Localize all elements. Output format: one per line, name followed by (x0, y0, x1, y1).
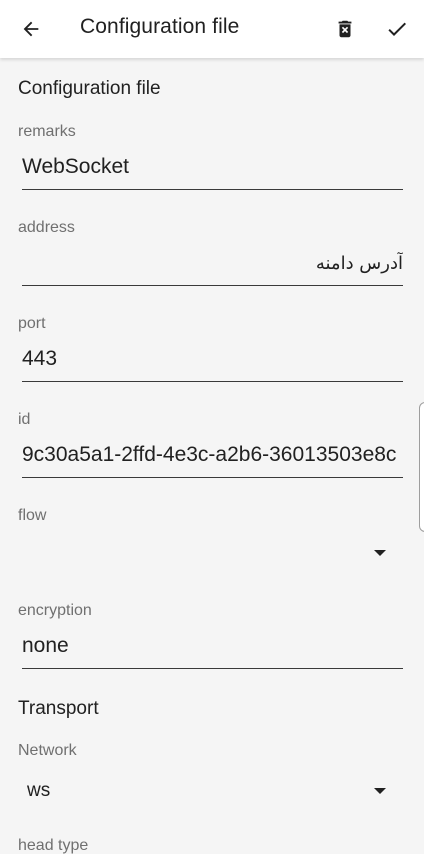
address-label: address (18, 219, 75, 236)
flow-label: flow (18, 507, 47, 524)
back-button[interactable] (14, 12, 48, 46)
delete-button[interactable] (328, 12, 362, 46)
remarks-label: remarks (18, 123, 76, 140)
port-field[interactable]: 443 (22, 343, 403, 382)
port-value: 443 (22, 347, 58, 370)
id-label: id (18, 411, 31, 428)
app-bar: Configuration file (0, 0, 424, 58)
section-title-config: Configuration file (18, 78, 161, 99)
save-button[interactable] (380, 12, 414, 46)
chevron-down-icon (374, 550, 386, 556)
id-field[interactable]: 9c30a5a1-2ffd-4e3c-a2b6-36013503e8c (22, 439, 403, 478)
form-content[interactable]: Configuration file remarks WebSocket add… (0, 58, 424, 854)
flow-dropdown[interactable] (18, 533, 402, 573)
check-icon (388, 22, 406, 36)
chevron-down-icon (374, 788, 386, 794)
encryption-label: encryption (18, 602, 92, 619)
port-label: port (18, 315, 46, 332)
remarks-field[interactable]: WebSocket (22, 151, 403, 190)
delete-icon (338, 20, 352, 38)
encryption-field[interactable]: none (22, 630, 403, 669)
page-title: Configuration file (80, 15, 240, 38)
network-dropdown[interactable]: ws (18, 771, 402, 811)
section-title-transport: Transport (18, 698, 99, 719)
scrollbar-thumb[interactable] (419, 402, 424, 532)
network-label: Network (18, 742, 77, 759)
arrow-left-icon (23, 21, 39, 37)
head-type-label: head type (18, 837, 89, 854)
address-field[interactable]: آدرس دامنه (22, 247, 403, 286)
network-value: ws (27, 780, 51, 801)
id-value: 9c30a5a1-2ffd-4e3c-a2b6-36013503e8c (22, 443, 397, 466)
remarks-value: WebSocket (22, 155, 129, 178)
encryption-value: none (22, 634, 69, 657)
address-value: آدرس دامنه (315, 253, 403, 274)
